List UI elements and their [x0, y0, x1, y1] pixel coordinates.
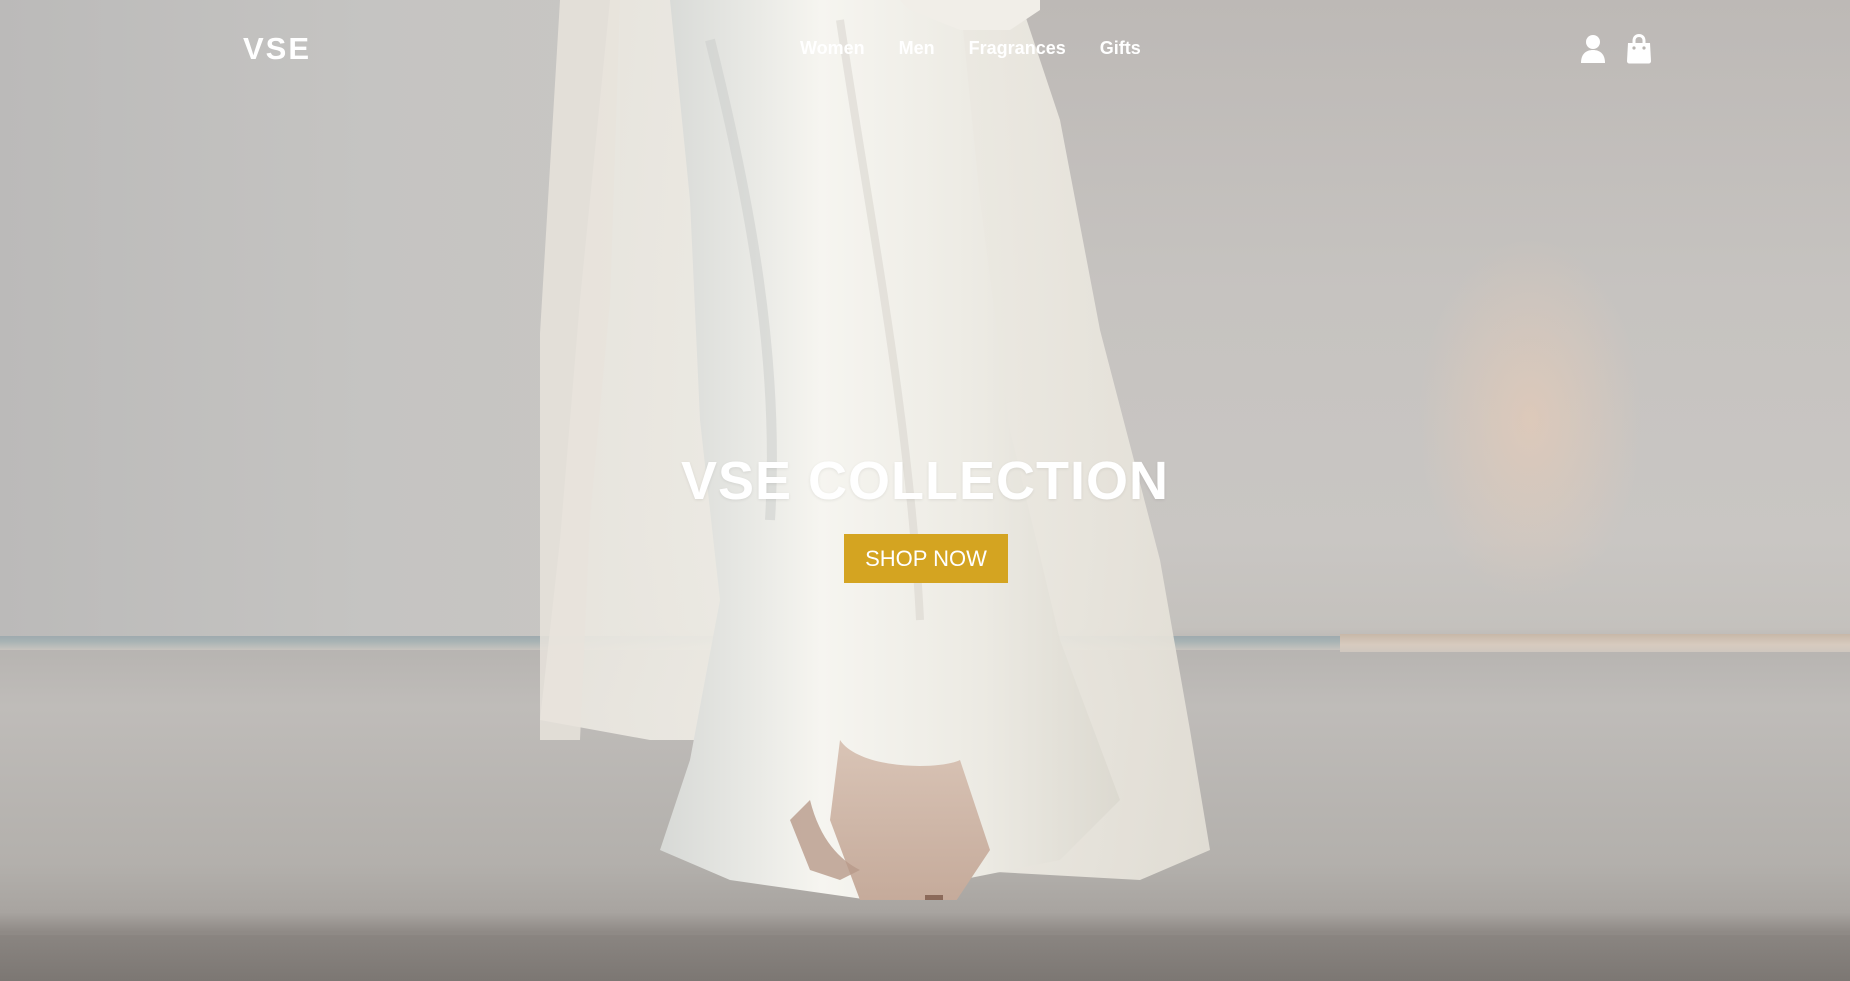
hero-title: VSE COLLECTION [680, 451, 1170, 511]
brand-logo[interactable]: VSE [243, 31, 311, 67]
shop-now-button[interactable]: SHOP NOW [844, 534, 1008, 583]
background-floor [0, 935, 1850, 981]
nav-item-men[interactable]: Men [899, 38, 935, 59]
background-baseboard-right [1340, 634, 1850, 652]
header-actions [1580, 34, 1652, 64]
main-nav: Women Men Fragrances Gifts [800, 38, 1141, 59]
hero-content: VSE COLLECTION SHOP NOW [0, 450, 1850, 583]
nav-item-women[interactable]: Women [800, 38, 865, 59]
nav-item-fragrances[interactable]: Fragrances [969, 38, 1066, 59]
site-header: VSE Women Men Fragrances Gifts [0, 0, 1850, 100]
shopping-bag-icon[interactable] [1626, 34, 1652, 64]
user-icon[interactable] [1580, 34, 1606, 64]
nav-item-gifts[interactable]: Gifts [1100, 38, 1141, 59]
